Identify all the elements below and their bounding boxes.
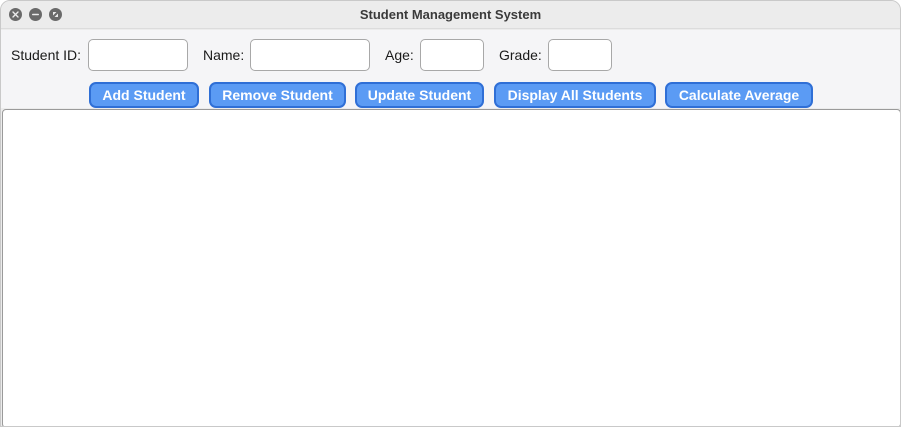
output-text-area[interactable] <box>2 109 900 426</box>
student-id-input[interactable] <box>88 39 188 71</box>
grade-label: Grade: <box>499 47 542 63</box>
title-bar[interactable]: Student Management System <box>1 1 900 29</box>
student-id-label: Student ID: <box>11 47 82 63</box>
age-input[interactable] <box>420 39 484 71</box>
remove-student-button[interactable]: Remove Student <box>209 82 346 108</box>
name-input[interactable] <box>250 39 370 71</box>
grade-input[interactable] <box>548 39 612 71</box>
calculate-average-button[interactable]: Calculate Average <box>665 82 813 108</box>
update-student-button[interactable]: Update Student <box>355 82 484 108</box>
age-label: Age: <box>385 47 414 63</box>
student-form: Student ID: Name: Age: Grade: Add Studen… <box>1 30 900 108</box>
window-title: Student Management System <box>359 7 542 22</box>
name-label: Name: <box>203 47 245 63</box>
display-all-students-button[interactable]: Display All Students <box>494 82 656 108</box>
app-window: Student Management System Student ID: Na… <box>0 0 901 427</box>
add-student-button[interactable]: Add Student <box>89 82 199 108</box>
